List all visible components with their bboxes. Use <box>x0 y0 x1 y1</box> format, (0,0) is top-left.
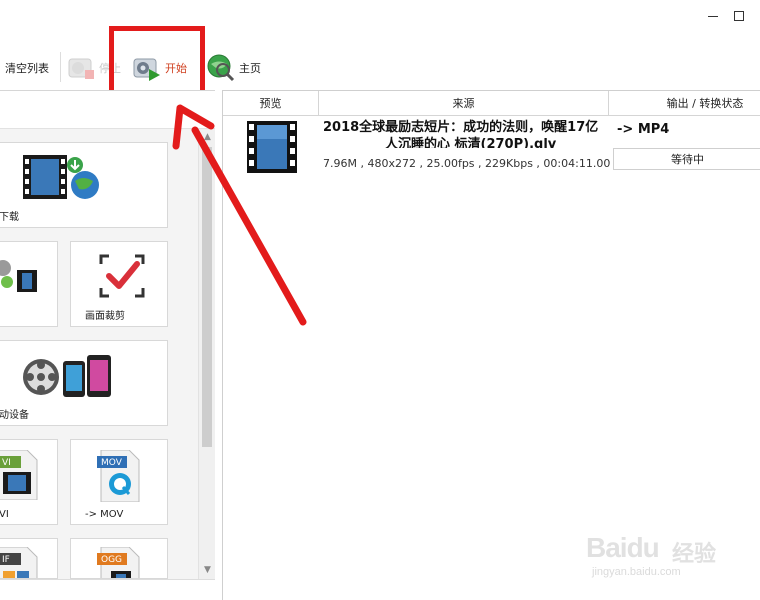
watermark-cn: 经验 <box>672 542 717 567</box>
column-header-preview[interactable]: 预览 <box>223 91 319 116</box>
toolbar-separator <box>60 52 61 82</box>
file-meta: 7.96M , 480x272 , 25.00fps , 229Kbps , 0… <box>323 157 611 170</box>
svg-text:MOV: MOV <box>101 458 123 468</box>
gif-file-icon: IF <box>0 547 38 578</box>
home-label: 主页 <box>239 62 261 75</box>
scroll-thumb[interactable] <box>202 147 212 447</box>
home-button[interactable]: 主页 <box>206 48 261 88</box>
tile-download[interactable]: 下载 <box>0 142 168 228</box>
crop-check-icon <box>99 254 145 298</box>
column-header-source[interactable]: 来源 <box>319 91 609 116</box>
film-convert-icon <box>0 260 37 292</box>
tile-label: VI <box>0 509 9 520</box>
tile-label: 下载 <box>0 212 19 223</box>
window-controls <box>700 4 760 26</box>
tile-to-mov[interactable]: MOV -> MOV <box>70 439 168 525</box>
file-title: 2018全球最励志短片：成功的法则，唤醒17亿 <box>323 120 599 135</box>
globe-search-icon <box>206 53 236 83</box>
avi-file-icon: VI <box>0 450 38 500</box>
column-header-output-status[interactable]: 输出 / 转换状态 <box>609 91 760 116</box>
mobile-devices-icon <box>23 355 111 397</box>
stop-icon <box>66 53 96 83</box>
video-file-icon <box>247 121 297 173</box>
watermark-url: jingyan.baidu.com <box>592 566 681 578</box>
tile-label: 动设备 <box>0 410 29 421</box>
tile-to-ogg[interactable]: OGG <box>70 538 168 579</box>
svg-text:OGG: OGG <box>101 555 122 565</box>
tile-label: -> MOV <box>85 509 124 520</box>
scroll-up-icon[interactable]: ▲ <box>203 133 212 142</box>
panel-header <box>0 91 215 129</box>
tile-crop[interactable]: 画面裁剪 <box>70 241 168 327</box>
file-title-continued: 人沉睡的心 标清(270P).qlv <box>385 137 557 148</box>
minimize-icon[interactable] <box>708 16 718 17</box>
ogg-file-icon: OGG <box>97 547 140 578</box>
watermark-brand: Baidu <box>586 532 660 563</box>
output-format: -> MP4 <box>617 122 670 137</box>
download-globe-icon <box>23 155 99 199</box>
status-badge: 等待中 <box>613 148 760 170</box>
clear-list-button[interactable]: 清空列表 <box>5 48 49 88</box>
function-panel: 下载 画面裁剪 动设备 VI I MOV -> MOV IF OGG ▲ ▼ <box>0 90 215 600</box>
tile-to-gif[interactable]: IF <box>0 538 58 579</box>
tile-video-convert[interactable] <box>0 241 58 327</box>
clear-list-label: 清空列表 <box>5 62 49 75</box>
mov-file-icon: MOV <box>97 450 140 502</box>
tile-label: 画面裁剪 <box>85 311 125 322</box>
tile-mobile-devices[interactable]: 动设备 <box>0 340 168 426</box>
panel-footer <box>0 579 215 600</box>
baidu-watermark: Baidu 经验 jingyan.baidu.com <box>586 520 756 590</box>
highlight-annotation-box <box>109 26 205 99</box>
svg-text:VI: VI <box>2 458 11 468</box>
maximize-icon[interactable] <box>734 11 744 21</box>
scroll-down-icon[interactable]: ▼ <box>203 566 212 575</box>
panel-scrollbar[interactable]: ▲ ▼ <box>198 129 215 579</box>
svg-text:IF: IF <box>2 555 10 565</box>
tile-to-avi[interactable]: VI VI <box>0 439 58 525</box>
